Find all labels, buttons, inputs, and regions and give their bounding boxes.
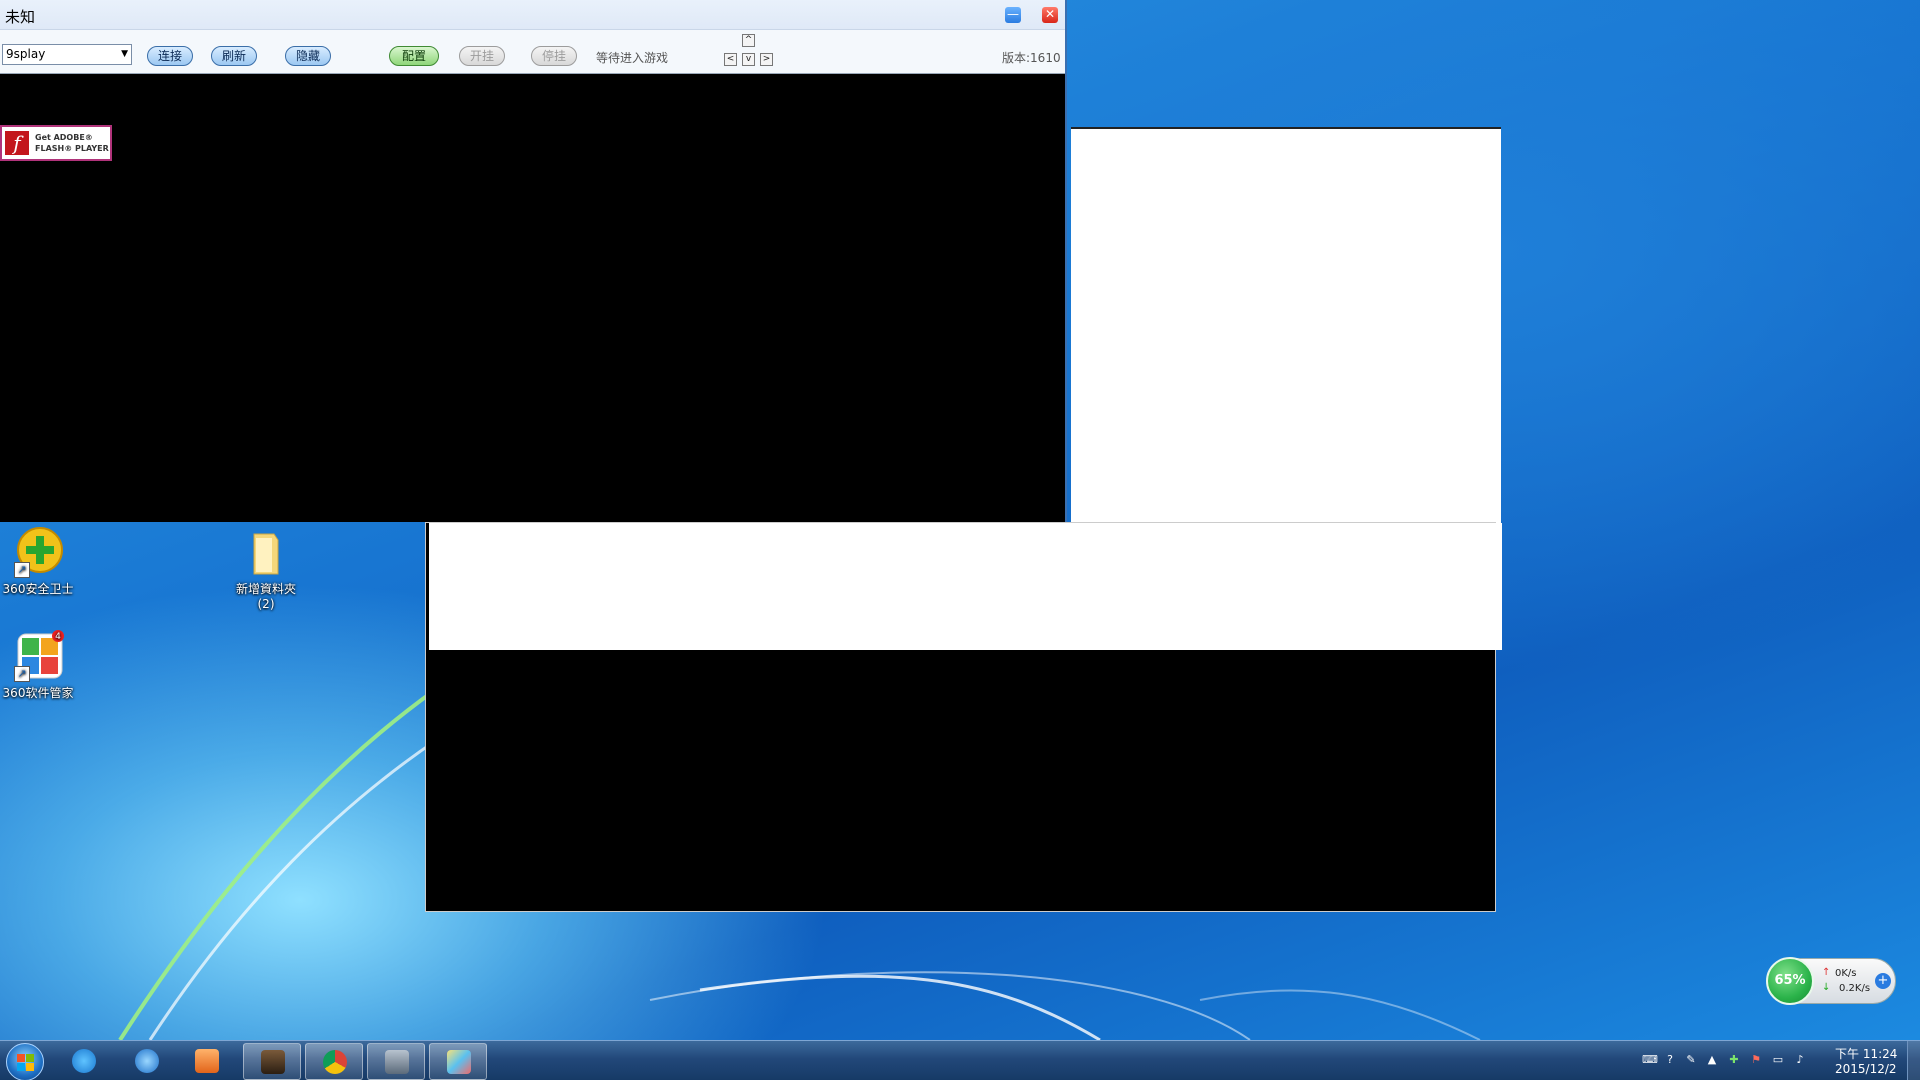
refresh-button[interactable]: 刷新 — [211, 46, 257, 66]
status-text: 等待进入游戏 — [596, 51, 669, 65]
pen-icon[interactable]: ✎ — [1684, 1053, 1698, 1067]
taskbar-item-game[interactable] — [243, 1043, 301, 1080]
ie-icon — [135, 1049, 159, 1073]
flash-text-line2: FLASH® PLAYER — [35, 144, 109, 153]
version-label: 版本:1610 — [1002, 51, 1061, 65]
keyboard-icon[interactable]: ⌨ — [1642, 1053, 1658, 1067]
start-button[interactable] — [6, 1043, 44, 1080]
flash-icon: f — [5, 131, 29, 155]
config-button[interactable]: 配置 — [389, 46, 439, 66]
close-icon[interactable]: ✕ — [1042, 7, 1058, 23]
game2-icon — [385, 1050, 409, 1074]
window-titlebar[interactable]: 未知 — ✕ — [0, 0, 1065, 30]
start-hook-button[interactable]: 开挂 — [459, 46, 505, 66]
clock-time[interactable]: 下午 11:24 — [1835, 1045, 1897, 1062]
taskbar-item-chrome[interactable] — [305, 1043, 363, 1080]
desktop-icon-360-security[interactable]: ↗ 360安全卫士 — [0, 526, 83, 597]
app-window: 未知 — ✕ 9splay ▼ 连接 刷新 隐藏 配置 开挂 停挂 等待进入游戏… — [0, 0, 1067, 522]
desktop-icon-label: 360软件管家 — [2, 686, 74, 700]
download-speed: 0.2K/s — [1839, 983, 1871, 994]
arrow-down-button[interactable]: v — [742, 53, 755, 66]
blank-window-bottom-strip — [429, 523, 1502, 650]
help-icon[interactable]: ? — [1663, 1053, 1677, 1067]
show-hidden-icons-icon[interactable]: ▲ — [1705, 1053, 1719, 1067]
media-player-icon — [195, 1049, 219, 1073]
taskbar-item-media-player[interactable] — [178, 1043, 236, 1080]
taskbar-item-ie[interactable] — [118, 1043, 176, 1080]
accelerate-plus-icon[interactable]: + — [1875, 973, 1891, 989]
desktop-icon-new-folder[interactable]: 新增資料夾 (2) — [221, 526, 311, 612]
volume-icon[interactable]: ♪ — [1793, 1053, 1807, 1067]
server-select-value: 9splay — [6, 47, 46, 61]
desktop-icon-label: 360安全卫士 — [2, 582, 74, 596]
get-flash-player-badge[interactable]: f Get ADOBE® FLASH® PLAYER — [0, 125, 112, 161]
skype-icon — [72, 1049, 96, 1073]
360-security-icon: ↗ — [12, 526, 64, 578]
show-desktop-button[interactable] — [1907, 1041, 1920, 1080]
app-toolbar: 9splay ▼ 连接 刷新 隐藏 配置 开挂 停挂 等待进入游戏 ^ < v … — [0, 30, 1065, 74]
desktop-icon-label: 新增資料夾 (2) — [235, 582, 296, 611]
arrow-right-button[interactable]: > — [760, 53, 773, 66]
download-arrow-icon: ↓ — [1822, 982, 1831, 993]
hide-button[interactable]: 隐藏 — [285, 46, 331, 66]
memory-usage-percent[interactable]: 65% — [1766, 957, 1814, 1005]
minimize-icon[interactable]: — — [1005, 7, 1021, 23]
taskbar-item-paint[interactable] — [429, 1043, 487, 1080]
windows-logo-icon — [17, 1054, 35, 1072]
server-select[interactable]: 9splay ▼ — [2, 44, 132, 65]
game-icon — [261, 1050, 285, 1074]
stop-hook-button[interactable]: 停挂 — [531, 46, 577, 66]
arrow-up-button[interactable]: ^ — [742, 34, 755, 47]
connect-button[interactable]: 连接 — [147, 46, 193, 66]
360-tray-icon[interactable]: ✚ — [1727, 1053, 1741, 1067]
chrome-icon — [323, 1050, 347, 1074]
clock-date[interactable]: 2015/12/2 — [1835, 1062, 1897, 1076]
network-icon[interactable]: ▭ — [1771, 1053, 1785, 1067]
badge-count: 4 — [55, 632, 61, 642]
360-software-manager-icon: 4 ↗ — [12, 630, 64, 682]
upload-speed: 0K/s — [1835, 968, 1857, 979]
taskbar-item-game2[interactable] — [367, 1043, 425, 1080]
desktop-icon-360-software[interactable]: 4 ↗ 360软件管家 — [0, 630, 83, 701]
window-title: 未知 — [5, 8, 36, 26]
arrow-left-button[interactable]: < — [724, 53, 737, 66]
folder-icon — [240, 526, 292, 578]
taskbar-item-skype[interactable] — [55, 1043, 113, 1080]
network-monitor-widget[interactable]: 65% ↑ 0K/s ↓ 0.2K/s + — [1766, 957, 1896, 1005]
upload-arrow-icon: ↑ — [1822, 967, 1831, 978]
taskbar: ⌨ ? ✎ ▲ ✚ ⚑ ▭ ♪ 下午 11:24 2015/12/2 — [0, 1040, 1920, 1080]
black-window-bottom — [425, 522, 1502, 912]
action-center-flag-icon[interactable]: ⚑ — [1749, 1053, 1763, 1067]
paint-icon — [447, 1050, 471, 1074]
chevron-down-icon: ▼ — [121, 49, 128, 59]
flash-text-line1: Get ADOBE® — [35, 133, 93, 142]
